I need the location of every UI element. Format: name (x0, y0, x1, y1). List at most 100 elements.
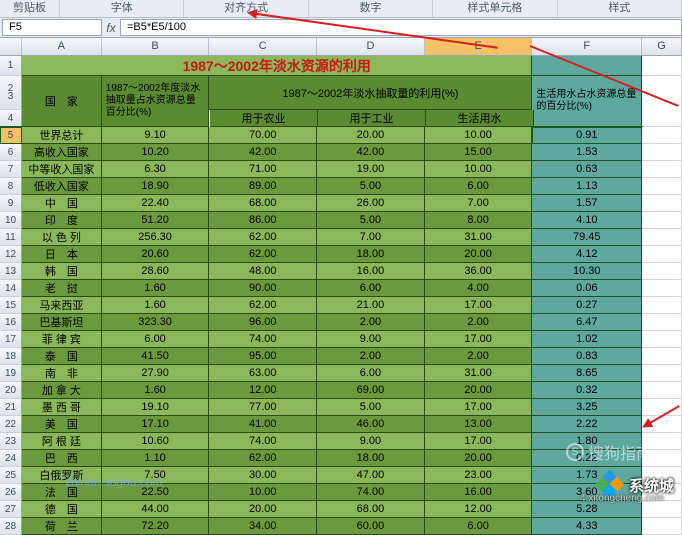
row-header[interactable]: 22 (0, 416, 22, 433)
cell[interactable]: 6.00 (317, 365, 425, 382)
row-header[interactable]: 1 (0, 56, 22, 76)
cell[interactable]: 1.60 (102, 297, 210, 314)
header-e[interactable]: 生活用水 (426, 110, 534, 127)
cell[interactable]: 90.00 (209, 280, 317, 297)
row-header[interactable]: 18 (0, 348, 22, 365)
cell-country[interactable]: 墨 西 哥 (22, 399, 102, 416)
row-header[interactable]: 16 (0, 314, 22, 331)
cell[interactable]: 21.00 (317, 297, 425, 314)
cell[interactable] (642, 280, 682, 297)
name-box[interactable]: F5 (2, 19, 102, 36)
cell[interactable]: 19.00 (317, 161, 425, 178)
row-header[interactable]: 5 (0, 127, 22, 144)
row-header[interactable]: 10 (0, 212, 22, 229)
row-header[interactable]: 8 (0, 178, 22, 195)
row-header[interactable]: 14 (0, 280, 22, 297)
cell[interactable]: 31.00 (425, 365, 533, 382)
cell[interactable]: 1.60 (102, 382, 210, 399)
cell-country[interactable]: 南 非 (22, 365, 102, 382)
cell[interactable]: 12.00 (209, 382, 317, 399)
cell[interactable] (642, 331, 682, 348)
cell-country[interactable]: 阿 根 廷 (22, 433, 102, 450)
cell[interactable]: 18.00 (317, 450, 425, 467)
cell[interactable]: 10.20 (102, 144, 210, 161)
row-header[interactable]: 28 (0, 518, 22, 535)
cell[interactable]: 68.00 (209, 195, 317, 212)
cell-result[interactable]: 3.25 (532, 399, 642, 416)
row-header[interactable]: 7 (0, 161, 22, 178)
row-header[interactable]: 15 (0, 297, 22, 314)
cell[interactable]: 6.00 (102, 331, 210, 348)
row-header[interactable]: 21 (0, 399, 22, 416)
cell[interactable] (642, 178, 682, 195)
col-header[interactable]: C (209, 38, 317, 55)
cell[interactable]: 10.00 (425, 161, 533, 178)
row-header[interactable]: 11 (0, 229, 22, 246)
cell-country[interactable]: 印 度 (22, 212, 102, 229)
cell[interactable] (642, 161, 682, 178)
cell[interactable] (642, 297, 682, 314)
cell-result[interactable]: 2.22 (532, 416, 642, 433)
cell[interactable]: 28.60 (102, 263, 210, 280)
cell[interactable] (642, 365, 682, 382)
cell[interactable]: 7.00 (425, 195, 533, 212)
row-header[interactable]: 24 (0, 450, 22, 467)
cell-country[interactable]: 巴基斯坦 (22, 314, 102, 331)
cell-result[interactable]: 0.63 (532, 161, 642, 178)
cell[interactable]: 77.00 (209, 399, 317, 416)
cell[interactable]: 17.10 (102, 416, 210, 433)
cell[interactable]: 72.20 (102, 518, 210, 535)
cell[interactable]: 10.00 (425, 127, 533, 144)
header-d[interactable]: 用于工业 (318, 110, 426, 127)
cell[interactable]: 74.00 (317, 484, 425, 501)
cell[interactable]: 41.00 (209, 416, 317, 433)
cell-country[interactable]: 马来西亚 (22, 297, 102, 314)
cell[interactable]: 42.00 (317, 144, 425, 161)
cell[interactable]: 19.10 (102, 399, 210, 416)
cell[interactable]: 71.00 (209, 161, 317, 178)
cell[interactable]: 96.00 (209, 314, 317, 331)
cell[interactable]: 60.00 (317, 518, 425, 535)
cell[interactable] (642, 144, 682, 161)
cell-result[interactable]: 1.02 (532, 331, 642, 348)
cell-result[interactable]: 1.57 (532, 195, 642, 212)
cell[interactable]: 62.00 (209, 450, 317, 467)
cell[interactable]: 51.20 (102, 212, 210, 229)
cell[interactable]: 27.90 (102, 365, 210, 382)
cell[interactable]: 20.60 (102, 246, 210, 263)
cell-result[interactable]: 0.06 (532, 280, 642, 297)
cell[interactable]: 6.00 (425, 178, 533, 195)
cell[interactable]: 20.00 (425, 450, 533, 467)
cell[interactable]: 62.00 (209, 297, 317, 314)
cell-result[interactable]: 4.12 (532, 246, 642, 263)
cell[interactable]: 2.00 (317, 314, 425, 331)
cell[interactable]: 16.00 (317, 263, 425, 280)
row-header[interactable]: 26 (0, 484, 22, 501)
select-all[interactable] (0, 38, 22, 55)
cell[interactable]: 256.30 (102, 229, 210, 246)
ribbon-style[interactable]: 样式 (558, 0, 682, 17)
cell-result[interactable]: 0.32 (532, 382, 642, 399)
cell[interactable]: 2.00 (425, 314, 533, 331)
cell[interactable]: 48.00 (209, 263, 317, 280)
col-header[interactable]: G (642, 38, 682, 55)
ribbon-font[interactable]: 字体 (60, 0, 184, 17)
cell[interactable] (642, 382, 682, 399)
cell-country[interactable]: 加 拿 大 (22, 382, 102, 399)
cell[interactable]: 7.00 (317, 229, 425, 246)
cell[interactable] (642, 246, 682, 263)
cell-result[interactable]: 0.27 (532, 297, 642, 314)
cell[interactable]: 86.00 (209, 212, 317, 229)
cell[interactable]: 9.00 (317, 331, 425, 348)
row-header[interactable]: 20 (0, 382, 22, 399)
cell[interactable]: 9.10 (102, 127, 210, 144)
row-header[interactable]: 4 (0, 110, 22, 127)
cell[interactable]: 8.00 (425, 212, 533, 229)
cell[interactable]: 5.00 (317, 212, 425, 229)
cell[interactable]: 30.00 (209, 467, 317, 484)
ribbon-cellstyle[interactable]: 样式单元格 (433, 0, 557, 17)
cell[interactable]: 16.00 (425, 484, 533, 501)
cell-result[interactable]: 4.33 (532, 518, 642, 535)
cell[interactable]: 31.00 (425, 229, 533, 246)
cell[interactable]: 18.90 (102, 178, 210, 195)
